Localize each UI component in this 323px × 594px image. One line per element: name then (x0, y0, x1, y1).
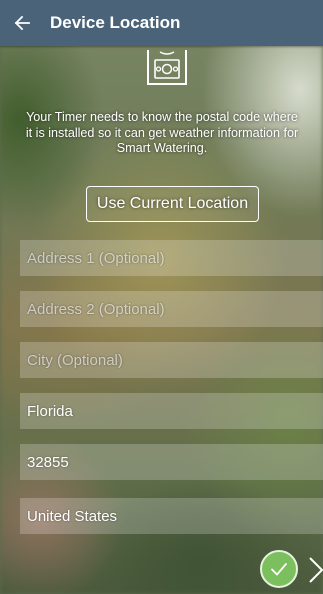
state-field[interactable] (20, 393, 323, 429)
postal-code-input[interactable] (27, 453, 323, 471)
address2-field[interactable] (20, 291, 323, 327)
use-current-location-button[interactable]: Use Current Location (86, 186, 259, 222)
app-header: Device Location (0, 0, 323, 46)
city-input[interactable] (27, 351, 323, 369)
state-input[interactable] (27, 402, 323, 420)
checkmark-icon (271, 563, 287, 576)
address1-input[interactable] (27, 249, 323, 267)
info-text: Your Timer needs to know the postal code… (25, 110, 299, 155)
chevron-right-icon (309, 557, 323, 583)
confirm-button[interactable] (260, 550, 298, 588)
next-button[interactable] (306, 552, 323, 588)
back-button[interactable] (2, 0, 42, 46)
timer-device-icon (138, 50, 196, 88)
country-field[interactable] (20, 498, 323, 534)
country-input[interactable] (27, 507, 323, 525)
address1-field[interactable] (20, 240, 323, 276)
postal-code-field[interactable] (20, 444, 323, 480)
address2-input[interactable] (27, 300, 323, 318)
page-title: Device Location (50, 13, 181, 32)
arrow-left-icon (14, 15, 30, 31)
city-field[interactable] (20, 342, 323, 378)
